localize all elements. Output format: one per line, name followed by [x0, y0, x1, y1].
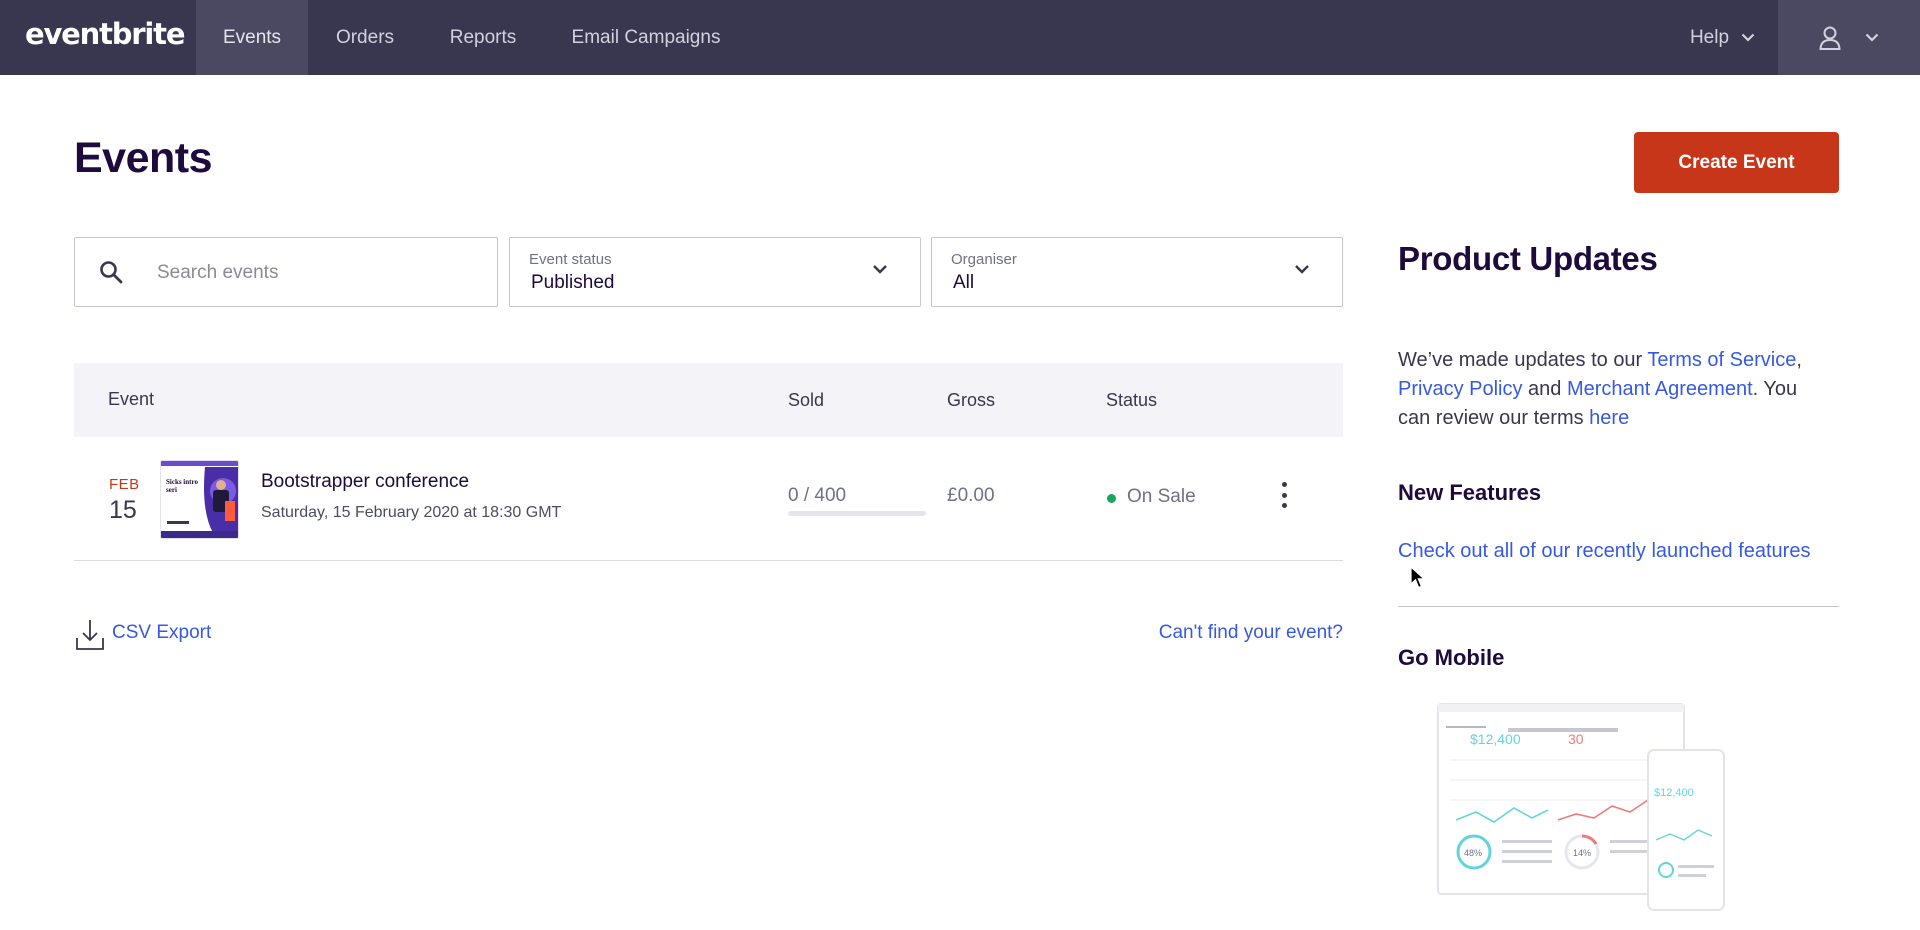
thumbnail-title: Sicks intro seri [166, 478, 198, 494]
column-header-sold[interactable]: Sold [788, 390, 824, 411]
preview-phone-amount: $12,400 [1654, 787, 1694, 799]
user-icon [1819, 26, 1841, 50]
chevron-down-icon [873, 265, 887, 274]
mobile-app-preview-image: $12,400 30 48% 14% $12,400 [1398, 700, 1738, 915]
table-row[interactable]: FEB 15 Sicks intro seri Bootstrapper con… [74, 437, 1343, 561]
event-month: FEB [109, 476, 140, 493]
organiser-value: All [953, 272, 975, 293]
help-label: Help [1689, 26, 1730, 48]
sold-progress-bar [788, 511, 926, 516]
nav-email-campaigns[interactable]: Email Campaigns [560, 0, 732, 75]
more-options-icon[interactable] [1274, 479, 1294, 511]
preview-percent-a: 48% [1464, 848, 1482, 858]
csv-export-label: CSV Export [112, 622, 212, 643]
search-input[interactable] [157, 256, 477, 290]
event-day: 15 [109, 496, 137, 524]
column-header-status[interactable]: Status [1106, 390, 1157, 411]
preview-amount: $12,400 [1470, 731, 1521, 747]
event-status-select[interactable]: Event status Published [509, 237, 921, 307]
download-icon [76, 620, 104, 650]
event-name[interactable]: Bootstrapper conference [261, 471, 469, 493]
product-updates-title: Product Updates [1398, 240, 1658, 277]
nav-help[interactable]: Help [1660, 0, 1785, 75]
search-icon [100, 261, 123, 284]
privacy-policy-link[interactable]: Privacy Policy [1398, 378, 1522, 400]
updates-prefix-text: We’ve made updates to our [1398, 349, 1648, 371]
column-header-gross[interactable]: Gross [947, 390, 995, 411]
comma-text: , [1796, 349, 1802, 371]
nav-orders[interactable]: Orders [318, 0, 412, 75]
preview-percent-b: 14% [1573, 848, 1591, 858]
gross-amount: £0.00 [947, 485, 995, 506]
page-title: Events [74, 134, 213, 182]
mobile-app-preview-graphic: $12,400 30 48% 14% $12,400 [1437, 703, 1725, 911]
nav-events[interactable]: Events [196, 0, 308, 75]
event-status-value: Published [531, 272, 615, 293]
search-box[interactable] [74, 237, 498, 307]
new-features-title: New Features [1398, 480, 1542, 505]
preview-count: 30 [1568, 731, 1584, 747]
status-dot-icon [1107, 494, 1116, 503]
nav-reports[interactable]: Reports [430, 0, 536, 75]
product-updates-text: We’ve made updates to our Terms of Servi… [1398, 346, 1818, 433]
chevron-down-icon [1295, 265, 1309, 274]
divider [1398, 606, 1839, 607]
event-date: Saturday, 15 February 2020 at 18:30 GMT [261, 504, 562, 521]
csv-export-link[interactable]: CSV Export [74, 618, 211, 652]
and-text: and [1522, 378, 1567, 400]
sold-count: 0 / 400 [788, 485, 847, 506]
create-event-button[interactable]: Create Event [1634, 132, 1839, 193]
organiser-label: Organiser [951, 251, 1017, 268]
chevron-down-icon [1741, 33, 1755, 42]
account-menu[interactable] [1778, 0, 1920, 75]
event-thumbnail[interactable]: Sicks intro seri [160, 460, 239, 539]
eventbrite-logo[interactable]: eventbrite [25, 17, 185, 51]
new-features-link[interactable]: Check out all of our recently launched f… [1398, 540, 1810, 563]
column-header-event[interactable]: Event [108, 389, 154, 410]
organiser-select[interactable]: Organiser All [931, 237, 1343, 307]
go-mobile-title: Go Mobile [1398, 645, 1505, 670]
event-status-label: Event status [529, 251, 612, 268]
terms-of-service-link[interactable]: Terms of Service [1647, 349, 1796, 371]
mouse-cursor-icon [1410, 566, 1426, 589]
cant-find-event-link[interactable]: Can't find your event? [1143, 622, 1343, 644]
merchant-agreement-link[interactable]: Merchant Agreement [1567, 378, 1753, 400]
events-table-header: Event Sold Gross Status [74, 363, 1343, 437]
top-navigation: eventbrite Events Orders Reports Email C… [0, 0, 1920, 75]
event-status: On Sale [1127, 486, 1196, 507]
here-link[interactable]: here [1589, 407, 1629, 429]
chevron-down-icon [1865, 33, 1879, 42]
